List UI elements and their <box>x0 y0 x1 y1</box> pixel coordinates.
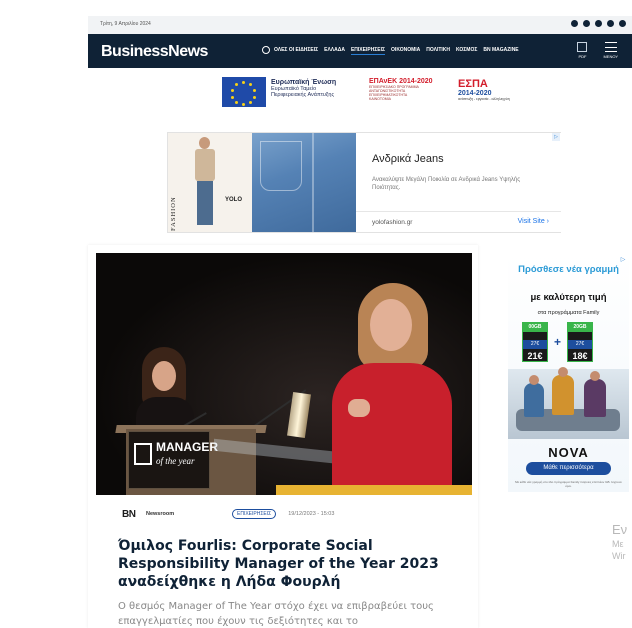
home-icon[interactable] <box>262 46 270 54</box>
eu-text: Ευρωπαϊκή Ένωση Ευρωπαϊκό Ταμείο Περιφερ… <box>271 79 337 98</box>
nav-item-economy[interactable]: ΟΙΚΟΝΟΜΙΑ <box>391 47 420 55</box>
top-strip <box>88 16 632 34</box>
side-teaser[interactable]: Εν Με Wir <box>612 522 632 561</box>
model-image <box>191 137 219 227</box>
article-card[interactable]: MANAGER of the year BN Newsroom ΕΠΙΧΕΙΡΗ… <box>88 245 478 628</box>
nova-ad[interactable]: ▷ Πρόσθεσε νέα γραμμή με καλύτερη τιμή σ… <box>508 254 629 492</box>
main-navbar: BusinessNews ΟΛΕΣ ΟΙ ΕΙΔΗΣΕΙΣ ΕΛΛΑΔΑ ΕΠΙ… <box>88 34 632 68</box>
menu-label: ΜΕΝΟΥ <box>603 54 618 59</box>
menu-button[interactable]: ΜΕΝΟΥ <box>603 42 618 59</box>
podium-text: MANAGER <box>156 440 218 454</box>
current-date: Τρίτη, 9 Απριλίου 2024 <box>100 21 151 27</box>
plan-card: 20GB 27€ 18€ <box>567 322 594 362</box>
yolo-logo: YOLO <box>225 197 243 203</box>
nova-plans: 00GB 27€ 21€ + 20GB 27€ 18€ <box>522 322 594 362</box>
family-image <box>508 367 629 439</box>
nav-item-politics[interactable]: ΠΟΛΙΤΙΚΗ <box>426 47 450 55</box>
nav-item-world[interactable]: ΚΟΣΜΟΣ <box>456 47 477 55</box>
espa-logo: ΕΣΠΑ 2014-2020 ανάπτυξη - εργασία - αλλη… <box>458 78 510 101</box>
page: Τρίτη, 9 Απριλίου 2024 BusinessNews ΟΛΕΣ… <box>0 0 632 628</box>
learn-more-button[interactable]: Μάθε περισσότερα <box>526 462 611 475</box>
nova-tagline: στα προγράμματα Family <box>537 310 600 316</box>
podium-subtext: of the year <box>156 456 195 466</box>
author-avatar: BN <box>122 508 136 520</box>
article-title[interactable]: Όμιλος Fourlis: Corporate Social Respons… <box>118 537 448 591</box>
article-hero-image[interactable]: MANAGER of the year <box>96 253 472 495</box>
pdf-button[interactable]: PDF <box>577 42 588 59</box>
nova-headline: Πρόσθεσε νέα γραμμή <box>518 264 619 275</box>
social-links <box>571 20 626 27</box>
main-nav: ΟΛΕΣ ΟΙ ΕΙΔΗΣΕΙΣ ΕΛΛΑΔΑ ΕΠΙΧΕΙΡΗΣΕΙΣ ΟΙΚ… <box>274 47 519 55</box>
newspaper-icon <box>577 42 588 52</box>
ad-description: Ανακαλύψτε Μεγάλη Ποικιλία σε Ανδρικά Je… <box>372 177 521 192</box>
espa-banner[interactable]: Ευρωπαϊκή Ένωση Ευρωπαϊκό Ταμείο Περιφερ… <box>222 75 512 109</box>
nova-logo: NOVA <box>548 445 589 460</box>
ad-title[interactable]: Ανδρικά Jeans <box>372 153 444 165</box>
rss-icon[interactable] <box>619 20 626 27</box>
ad-brand-vertical: FASHION <box>170 196 177 231</box>
denim-image <box>252 133 356 232</box>
ad-copy: Ανδρικά Jeans Ανακαλύψτε Μεγάλη Ποικιλία… <box>356 133 561 232</box>
linkedin-icon[interactable] <box>595 20 602 27</box>
adchoices-icon[interactable]: ▷ <box>552 133 560 141</box>
adchoices-icon[interactable]: ▷ <box>619 256 627 264</box>
facebook-icon[interactable] <box>571 20 578 27</box>
category-badge[interactable]: ΕΠΙΧΕΙΡΗΣΕΙΣ <box>232 509 277 519</box>
hamburger-search-icon <box>604 42 617 52</box>
plus-icon: + <box>554 335 562 349</box>
nav-item-business[interactable]: ΕΠΙΧΕΙΡΗΣΕΙΣ <box>350 47 386 55</box>
nova-subheadline: με καλύτερη τιμή <box>530 292 607 303</box>
article-datetime: 19/12/2023 - 15:03 <box>288 511 335 517</box>
jeans-ad[interactable]: FASHION YOLO Ανδρικά Jeans Ανακαλύψτε Με… <box>167 132 561 233</box>
article-author[interactable]: Newsroom <box>146 511 228 517</box>
epanek-logo: ΕΠΑνΕΚ 2014-2020 ΕΠΙΧΕΙΡΗΣΙΑΚΟ ΠΡΟΓΡΑΜΜΑ… <box>369 78 433 101</box>
article-meta: BN Newsroom ΕΠΙΧΕΙΡΗΣΕΙΣ 19/12/2023 - 15… <box>122 507 452 521</box>
visit-site-button[interactable]: Visit Site › <box>518 218 549 225</box>
nav-item-bn-magazine[interactable]: BN MAGAZINE <box>483 47 518 55</box>
ad-domain[interactable]: yolofashion.gr <box>372 219 412 226</box>
pdf-label: PDF <box>578 54 587 59</box>
nav-item-greece[interactable]: ΕΛΛΑΔΑ <box>324 47 345 55</box>
nova-legal: Με κάθε νέα γραμμή στο ίδιο πρόγραμμα Fa… <box>515 480 622 488</box>
nav-tools: PDF ΜΕΝΟΥ <box>577 42 618 59</box>
article-summary: Ο θεσμός Manager of The Year στόχο έχει … <box>118 601 434 627</box>
eu-flag-icon <box>222 77 266 107</box>
twitter-icon[interactable] <box>583 20 590 27</box>
instagram-icon[interactable] <box>607 20 614 27</box>
ad-model-panel: FASHION YOLO <box>168 133 252 232</box>
plan-card: 00GB 27€ 21€ <box>522 322 548 362</box>
site-logo[interactable]: BusinessNews <box>101 43 208 61</box>
manager-logo-icon <box>134 443 152 465</box>
nav-item-all-news[interactable]: ΟΛΕΣ ΟΙ ΕΙΔΗΣΕΙΣ <box>274 47 318 55</box>
